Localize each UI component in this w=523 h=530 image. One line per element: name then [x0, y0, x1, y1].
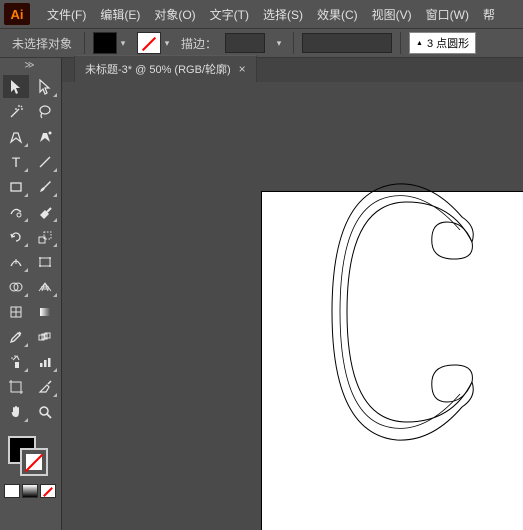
separator: [400, 32, 401, 54]
lasso-tool[interactable]: [32, 100, 58, 123]
mesh-tool[interactable]: [3, 300, 29, 323]
app-logo: Ai: [4, 3, 30, 25]
shape-builder-tool[interactable]: [3, 275, 29, 298]
width-tool[interactable]: [3, 250, 29, 273]
menu-edit[interactable]: 编辑(E): [93, 0, 147, 28]
document-tab-bar: 未标题-3* @ 50% (RGB/轮廓) ×: [62, 58, 523, 82]
curvature-tool[interactable]: [32, 125, 58, 148]
menu-help[interactable]: 帮: [476, 0, 502, 28]
type-tool[interactable]: T: [3, 150, 29, 173]
symbol-sprayer-tool[interactable]: [3, 350, 29, 373]
fill-dropdown[interactable]: ▾: [117, 32, 129, 54]
document-tab-title: 未标题-3* @ 50% (RGB/轮廓): [85, 61, 231, 77]
shaper-tool[interactable]: [3, 200, 29, 223]
stroke-weight-input[interactable]: [225, 33, 265, 53]
menu-type[interactable]: 文字(T): [203, 0, 256, 28]
eyedropper-tool[interactable]: [3, 325, 29, 348]
color-mode-button[interactable]: [4, 484, 20, 498]
eraser-tool[interactable]: [32, 200, 58, 223]
none-mode-button[interactable]: [40, 484, 56, 498]
canvas[interactable]: [62, 82, 523, 530]
artboard-tool[interactable]: [3, 375, 29, 398]
profile-dropdown[interactable]: [302, 33, 392, 53]
blend-tool[interactable]: [32, 325, 58, 348]
perspective-grid-tool[interactable]: [32, 275, 58, 298]
separator: [293, 32, 294, 54]
stroke-color-box[interactable]: [20, 448, 48, 476]
tool-panel-grip[interactable]: ≫: [0, 58, 61, 72]
slice-tool[interactable]: [32, 375, 58, 398]
column-graph-tool[interactable]: [32, 350, 58, 373]
rectangle-tool[interactable]: [3, 175, 29, 198]
menu-effect[interactable]: 效果(C): [310, 0, 365, 28]
zoom-tool[interactable]: [32, 400, 58, 423]
tab-close-button[interactable]: ×: [239, 62, 246, 76]
menu-file[interactable]: 文件(F): [40, 0, 93, 28]
artwork-letter-c: [302, 172, 522, 472]
rotate-tool[interactable]: [3, 225, 29, 248]
control-bar: 未选择对象 ▾ ▾ 描边： ▾ ▲ 3 点圆形: [0, 28, 523, 58]
direct-selection-tool[interactable]: [32, 75, 58, 98]
artboard: [262, 192, 523, 530]
svg-text:T: T: [12, 154, 21, 170]
brush-preset-label: 3 点圆形: [427, 35, 469, 51]
hand-tool[interactable]: [3, 400, 29, 423]
fill-swatch[interactable]: [93, 32, 117, 54]
stroke-swatch[interactable]: [137, 32, 161, 54]
selection-status: 未选择对象: [8, 35, 76, 52]
menu-object[interactable]: 对象(O): [147, 0, 202, 28]
menu-bar: Ai 文件(F) 编辑(E) 对象(O) 文字(T) 选择(S) 效果(C) 视…: [0, 0, 523, 28]
line-tool[interactable]: [32, 150, 58, 173]
tool-panel: ≫ T: [0, 58, 62, 530]
stroke-weight-dropdown[interactable]: ▾: [273, 32, 285, 54]
paintbrush-tool[interactable]: [32, 175, 58, 198]
gradient-tool[interactable]: [32, 300, 58, 323]
document-tab[interactable]: 未标题-3* @ 50% (RGB/轮廓) ×: [74, 55, 257, 82]
free-transform-tool[interactable]: [32, 250, 58, 273]
menu-view[interactable]: 视图(V): [365, 0, 419, 28]
fill-stroke-indicator[interactable]: [4, 432, 54, 482]
selection-tool[interactable]: [3, 75, 29, 98]
stroke-dropdown[interactable]: ▾: [161, 32, 173, 54]
menu-window[interactable]: 窗口(W): [419, 0, 476, 28]
pen-tool[interactable]: [3, 125, 29, 148]
stroke-label: 描边：: [181, 35, 217, 52]
caret-up-icon: ▲: [416, 40, 423, 47]
separator: [84, 32, 85, 54]
scale-tool[interactable]: [32, 225, 58, 248]
magic-wand-tool[interactable]: [3, 100, 29, 123]
document-area: 未标题-3* @ 50% (RGB/轮廓) ×: [62, 58, 523, 530]
menu-select[interactable]: 选择(S): [256, 0, 310, 28]
gradient-mode-button[interactable]: [22, 484, 38, 498]
brush-preset-dropdown[interactable]: ▲ 3 点圆形: [409, 32, 476, 54]
